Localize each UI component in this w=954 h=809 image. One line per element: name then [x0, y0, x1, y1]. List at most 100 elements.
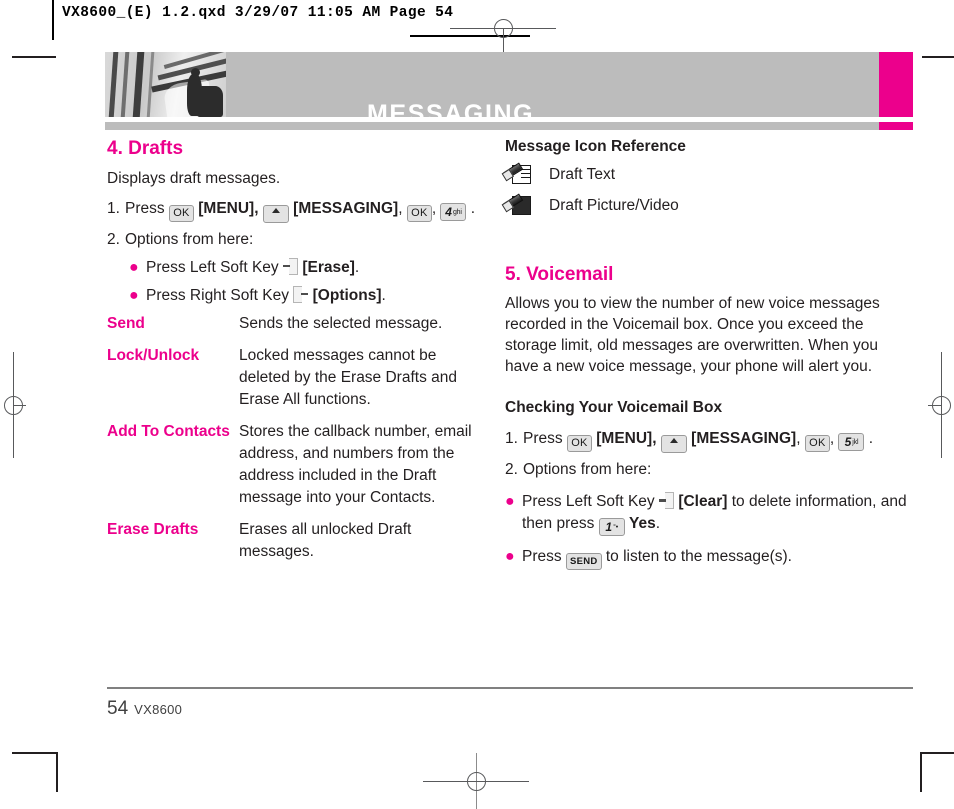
registration-mark-bottom [423, 753, 529, 809]
bullet-text: Press Left Soft Key [Clear] to delete in… [522, 491, 913, 537]
voicemail-step-1: 1. Press OK [MENU], [MESSAGING], OK, 5jk… [505, 428, 913, 454]
icon-reference-row: Draft Picture/Video [501, 193, 913, 218]
ok-key-icon: OK [566, 435, 592, 453]
step-text: Press OK [MENU], [MESSAGING], OK, 4ghi . [125, 198, 485, 223]
bullet-label: [Erase] [302, 258, 355, 276]
up-arrow-key-icon [262, 204, 289, 223]
definition-row: Erase Drafts Erases all unlocked Draft m… [107, 519, 485, 563]
header-accent-block [879, 52, 913, 117]
crop-mark-bottom-left [12, 752, 56, 754]
registration-mark-right [928, 352, 954, 458]
drafts-bullet-erase: ● Press Left Soft Key [Erase]. [129, 257, 485, 279]
up-arrow-key-icon [660, 435, 687, 454]
bullet-text-2: Press Right Soft Key [Options]. [146, 285, 485, 307]
draft-text-icon [501, 162, 532, 187]
definition-term: Send [107, 314, 145, 332]
slug-rule-vertical [52, 0, 54, 40]
voicemail-bullet-clear: ● Press Left Soft Key [Clear] to delete … [505, 491, 913, 537]
manual-page: VX8600_(E) 1.2.qxd 3/29/07 11:05 AM Page… [0, 0, 954, 809]
icon-reference-row: Draft Text [501, 162, 913, 187]
press-label: Press [125, 199, 165, 217]
period: . [470, 199, 476, 217]
voicemail-body: Allows you to view the number of new voi… [505, 295, 880, 376]
bullet-dot-icon: ● [505, 493, 515, 511]
comma: , [796, 430, 801, 448]
footer-rule [107, 687, 913, 689]
number-key-letters: ghi [452, 208, 462, 216]
press-label: Press [523, 430, 563, 448]
number-key-digit: 4 [445, 204, 452, 219]
number-key-4-icon: 4ghi [440, 202, 467, 221]
number-key-letters: °• [613, 524, 618, 532]
bullet-prefix: Press Left Soft Key [146, 258, 279, 276]
bullet-text: Press Left Soft Key [Erase]. [146, 257, 485, 279]
definition-desc: Locked messages cannot be deleted by the… [239, 346, 457, 408]
messaging-label: [MESSAGING] [293, 199, 399, 217]
bullet-suffix-2: . [381, 286, 386, 304]
bullet-suffix: . [354, 258, 360, 276]
footer-model-name: VX8600 [134, 702, 183, 717]
page-header: MESSAGING [105, 52, 913, 127]
section-heading-drafts: 4. Drafts [107, 138, 184, 159]
draft-picture-video-icon [501, 193, 532, 218]
step-number-2: 2. [107, 230, 120, 248]
step-number-2: 2. [505, 461, 518, 479]
bullet-dot-icon: ● [129, 258, 139, 276]
step-number: 1. [505, 430, 518, 448]
registration-mark-top [450, 2, 556, 54]
bullet-prefix: Press Left Soft Key [522, 493, 655, 511]
drafts-step-2: 2. Options from here: [107, 229, 485, 251]
header-photo [105, 52, 226, 117]
bullet-prefix-2: Press [522, 548, 562, 566]
crop-mark-bottom-right [922, 752, 954, 754]
step-text: Press OK [MENU], [MESSAGING], OK, 5jkl . [523, 428, 913, 454]
definition-row: Send Sends the selected message. [107, 313, 485, 335]
number-key-digit: 5 [844, 435, 852, 450]
ok-key-icon-2: OK [804, 435, 830, 453]
step-text-2: Options from here: [125, 230, 254, 248]
number-key-1-icon: 1°• [598, 518, 625, 537]
definition-desc: Erases all unlocked Draft messages. [239, 520, 412, 560]
voicemail-step-2: 2. Options from here: [505, 459, 913, 481]
page-number: 54 [107, 698, 129, 719]
definition-desc: Sends the selected message. [239, 314, 443, 332]
drafts-bullet-options: ● Press Right Soft Key [Options]. [129, 285, 485, 307]
right-soft-key-icon [293, 285, 309, 303]
menu-label: [MENU], [198, 199, 259, 217]
send-key-icon: SEND [565, 553, 602, 571]
definition-row: Add To Contacts Stores the callback numb… [107, 421, 485, 509]
ok-key-icon: OK [168, 204, 194, 222]
definition-term: Erase Drafts [107, 520, 199, 538]
definition-desc: Stores the callback number, email addres… [239, 422, 472, 506]
crop-mark-left-vert [56, 752, 58, 792]
page-footer: 54 VX8600 [107, 698, 182, 720]
menu-label: [MENU], [596, 430, 657, 448]
prepress-slug: VX8600_(E) 1.2.qxd 3/29/07 11:05 AM Page… [62, 5, 454, 21]
header-underbar [105, 122, 913, 130]
icon-reference-label: Draft Picture/Video [549, 197, 679, 215]
crop-mark-right-vert [920, 752, 922, 792]
number-key-letters: jkl [852, 439, 859, 447]
definition-term: Add To Contacts [107, 422, 230, 440]
left-column: 4. Drafts Displays draft messages. 1. Pr… [107, 138, 485, 573]
number-key-digit: 1 [605, 520, 613, 535]
icon-cell [501, 193, 549, 218]
crop-mark-top-right [922, 56, 954, 58]
number-key-5-icon: 5jkl [838, 433, 865, 452]
messaging-label: [MESSAGING] [691, 430, 797, 448]
bullet-suffix: . [655, 515, 661, 533]
left-soft-key-icon [659, 492, 674, 510]
drafts-intro: Displays draft messages. [107, 169, 281, 187]
icon-cell [501, 162, 549, 187]
icon-reference-label: Draft Text [549, 166, 616, 184]
step-number: 1. [107, 199, 120, 217]
bullet-prefix-2: Press Right Soft Key [146, 286, 290, 304]
drafts-options-list: Send Sends the selected message. Lock/Un… [107, 313, 485, 563]
drafts-step-1: 1. Press OK [MENU], [MESSAGING], OK, 4gh… [107, 198, 485, 223]
bullet-dot-icon-2: ● [505, 548, 515, 566]
left-soft-key-icon [283, 257, 298, 275]
definition-row: Lock/Unlock Locked messages cannot be de… [107, 345, 485, 411]
registration-mark-left [0, 352, 26, 458]
definition-term: Lock/Unlock [107, 346, 200, 364]
bullet-dot-icon-2: ● [129, 286, 139, 304]
